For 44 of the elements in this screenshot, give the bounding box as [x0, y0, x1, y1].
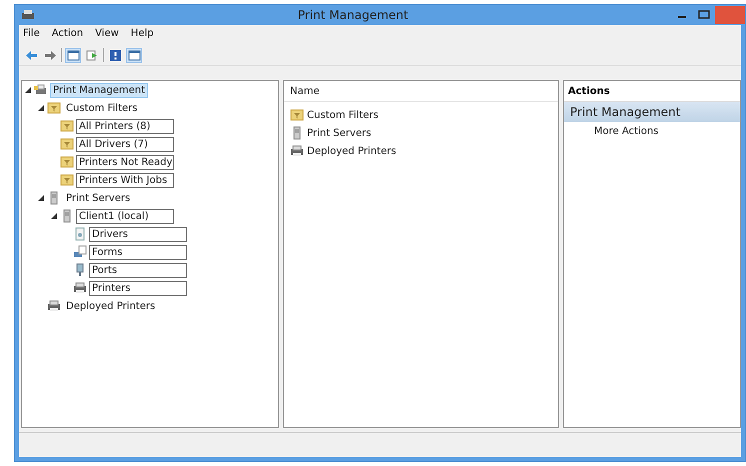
list-item[interactable]: Deployed Printers	[307, 146, 396, 156]
tree-item[interactable]: All Drivers (7)	[76, 136, 174, 152]
filter-folder-icon	[60, 119, 74, 133]
menu-item[interactable]: Action	[52, 28, 84, 42]
tree-item[interactable]: All Printers (8)	[76, 118, 174, 134]
list-item[interactable]: Custom Filters	[307, 110, 378, 120]
menu-item[interactable]: Help	[130, 28, 154, 42]
tree-item[interactable]: Print Servers	[63, 190, 134, 206]
tree-item[interactable]: Client1 (local)	[76, 208, 174, 224]
filter-folder-icon	[60, 137, 74, 151]
tree-item[interactable]: Printers With Jobs	[76, 172, 174, 188]
filter-folder-icon	[47, 101, 61, 115]
filter-folder-icon	[60, 155, 74, 169]
forms-icon	[73, 245, 87, 259]
expand-arrow-icon[interactable]	[38, 195, 44, 201]
tree-item[interactable]: Deployed Printers	[63, 298, 158, 314]
filter-folder-icon	[290, 108, 304, 122]
window-title: Print Management	[296, 8, 410, 22]
action-link[interactable]: More Actions	[564, 122, 740, 137]
printer-icon	[34, 83, 48, 97]
tree-item[interactable]: Printers Not Ready	[76, 154, 174, 170]
actions-section-header[interactable]: Print Management	[564, 102, 740, 122]
menu-item[interactable]: View	[95, 28, 119, 42]
tree-item[interactable]: Custom Filters	[63, 100, 140, 116]
tree-item[interactable]: Forms	[89, 244, 187, 260]
printer-icon	[73, 281, 87, 295]
expand-arrow-icon[interactable]	[38, 105, 44, 111]
show-hide-pane-button[interactable]	[65, 48, 81, 62]
expand-arrow-icon[interactable]	[25, 87, 31, 93]
menu-item[interactable]: File	[23, 28, 40, 42]
document-icon	[73, 227, 87, 241]
tree-item[interactable]: Drivers	[89, 226, 187, 242]
printer-icon	[47, 299, 61, 313]
list-item[interactable]: Print Servers	[307, 128, 372, 138]
expand-arrow-icon[interactable]	[51, 213, 57, 219]
column-header[interactable]: Name	[290, 86, 320, 96]
filter-folder-icon	[60, 173, 74, 187]
tree-item[interactable]: Print Management	[50, 82, 148, 98]
printer-icon	[21, 9, 35, 21]
show-hide-pane-button[interactable]	[126, 48, 142, 62]
tree-item[interactable]: Printers	[89, 280, 187, 296]
printer-icon	[290, 144, 304, 158]
help-button[interactable]	[107, 48, 123, 62]
tree-item[interactable]: Ports	[89, 262, 187, 278]
